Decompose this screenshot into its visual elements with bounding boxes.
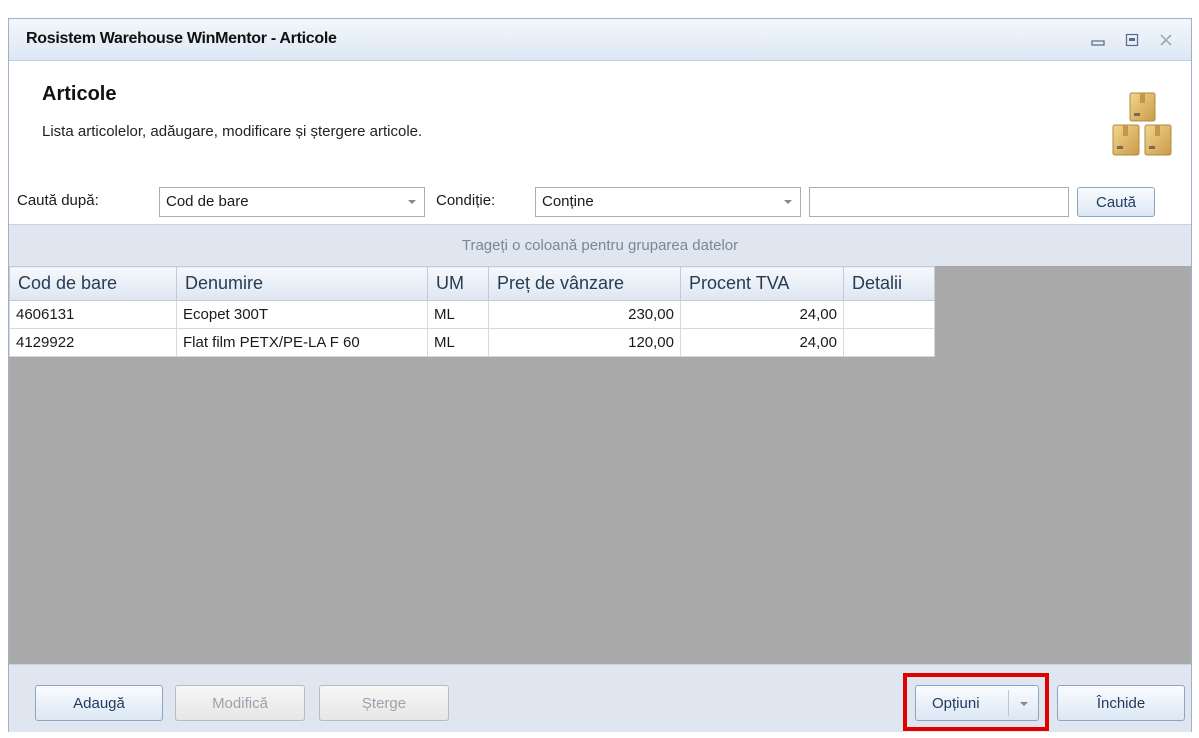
modify-button[interactable]: Modifică bbox=[175, 685, 305, 721]
articles-grid: Cod de bare Denumire UM Preț de vânzare … bbox=[9, 266, 1191, 664]
cell-pret-de-vanzare[interactable]: 120,00 bbox=[488, 328, 681, 357]
window-title: Rosistem Warehouse WinMentor - Articole bbox=[26, 30, 337, 47]
split-divider bbox=[1008, 690, 1009, 716]
close-button[interactable]: Închide bbox=[1057, 685, 1185, 721]
search-by-dropdown[interactable]: Cod de bare bbox=[159, 187, 425, 217]
group-by-panel[interactable]: Trageți o coloană pentru gruparea datelo… bbox=[9, 224, 1191, 266]
cell-detalii[interactable] bbox=[843, 328, 935, 357]
chevron-down-icon bbox=[784, 200, 792, 204]
cell-denumire[interactable]: Ecopet 300T bbox=[176, 300, 428, 329]
boxes-icon bbox=[1111, 91, 1173, 157]
cell-procent-tva[interactable]: 24,00 bbox=[680, 300, 844, 329]
app-window: Rosistem Warehouse WinMentor - Articole … bbox=[8, 18, 1192, 732]
cell-um[interactable]: ML bbox=[427, 328, 489, 357]
cell-cod-de-bare[interactable]: 4129922 bbox=[9, 328, 177, 357]
condition-label: Condiție: bbox=[436, 192, 496, 209]
column-header-pret-de-vanzare[interactable]: Preț de vânzare bbox=[488, 266, 681, 301]
chevron-down-icon[interactable] bbox=[1020, 702, 1028, 706]
cell-pret-de-vanzare[interactable]: 230,00 bbox=[488, 300, 681, 329]
options-label: Opțiuni bbox=[932, 694, 980, 712]
column-header-denumire[interactable]: Denumire bbox=[176, 266, 428, 301]
articles-table: Cod de bare Denumire UM Preț de vânzare … bbox=[9, 266, 935, 357]
search-input[interactable] bbox=[809, 187, 1069, 217]
options-button[interactable]: Opțiuni bbox=[915, 685, 1039, 721]
page-description: Lista articolelor, adăugare, modificare … bbox=[42, 123, 423, 140]
search-bar: Caută după: Cod de bare Condiție: Conțin… bbox=[9, 184, 1191, 220]
cell-um[interactable]: ML bbox=[427, 300, 489, 329]
search-by-label: Caută după: bbox=[17, 192, 99, 209]
add-button[interactable]: Adaugă bbox=[35, 685, 163, 721]
cell-cod-de-bare[interactable]: 4606131 bbox=[9, 300, 177, 329]
cell-detalii[interactable] bbox=[843, 300, 935, 329]
column-header-detalii[interactable]: Detalii bbox=[843, 266, 935, 301]
table-row[interactable]: 4129922 Flat film PETX/PE-LA F 60 ML 120… bbox=[9, 328, 935, 357]
title-bar[interactable]: Rosistem Warehouse WinMentor - Articole bbox=[9, 19, 1191, 61]
cell-procent-tva[interactable]: 24,00 bbox=[680, 328, 844, 357]
footer-bar: Adaugă Modifică Șterge Opțiuni Închide bbox=[9, 664, 1191, 732]
minimize-icon[interactable] bbox=[1087, 29, 1109, 51]
page-title: Articole bbox=[42, 83, 117, 105]
chevron-down-icon bbox=[408, 200, 416, 204]
cell-denumire[interactable]: Flat film PETX/PE-LA F 60 bbox=[176, 328, 428, 357]
column-header-procent-tva[interactable]: Procent TVA bbox=[680, 266, 844, 301]
table-row[interactable]: 4606131 Ecopet 300T ML 230,00 24,00 bbox=[9, 300, 935, 329]
search-by-value: Cod de bare bbox=[166, 193, 249, 210]
condition-dropdown[interactable]: Conține bbox=[535, 187, 801, 217]
column-header-um[interactable]: UM bbox=[427, 266, 489, 301]
restore-icon[interactable] bbox=[1121, 29, 1143, 51]
window-controls bbox=[1087, 29, 1177, 51]
close-icon[interactable] bbox=[1155, 29, 1177, 51]
search-button[interactable]: Caută bbox=[1077, 187, 1155, 217]
condition-value: Conține bbox=[542, 193, 594, 210]
delete-button[interactable]: Șterge bbox=[319, 685, 449, 721]
column-header-cod-de-bare[interactable]: Cod de bare bbox=[9, 266, 177, 301]
table-header-row: Cod de bare Denumire UM Preț de vânzare … bbox=[9, 266, 935, 301]
group-hint: Trageți o coloană pentru gruparea datelo… bbox=[461, 237, 739, 254]
